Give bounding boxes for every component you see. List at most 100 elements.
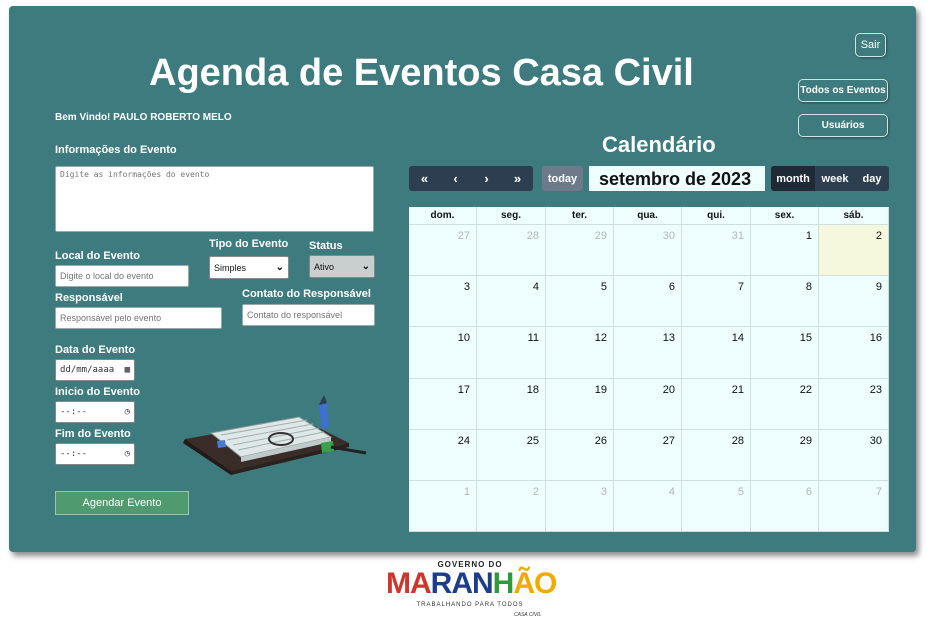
schedule-event-button[interactable]: Agendar Evento xyxy=(55,491,189,515)
day-number: 5 xyxy=(600,281,607,294)
calendar-day[interactable]: 29 xyxy=(751,429,819,480)
calendar-day[interactable]: 30 xyxy=(614,225,682,276)
calendar-week-row: 27 28 29 30 31 1 2 xyxy=(409,225,889,277)
day-number: 8 xyxy=(805,281,812,294)
local-input[interactable] xyxy=(55,265,189,287)
calendar-day[interactable]: 10 xyxy=(409,327,477,378)
contato-input[interactable] xyxy=(242,304,375,326)
calendar-day[interactable]: 17 xyxy=(409,378,477,429)
day-number: 30 xyxy=(869,434,882,447)
end-time-value: --:-- xyxy=(60,449,88,459)
logout-button[interactable]: Sair xyxy=(855,33,886,57)
calendar-day[interactable]: 15 xyxy=(751,327,819,378)
chevron-down-icon: ⌄ xyxy=(275,262,284,273)
day-number: 2 xyxy=(875,230,882,242)
month-view-button[interactable]: month xyxy=(771,166,815,191)
calendar-day[interactable]: 4 xyxy=(614,480,682,532)
all-events-button[interactable]: Todos os Eventos xyxy=(798,79,888,102)
logo-casa-civil: CASA CIVIL xyxy=(514,612,542,618)
end-time-input[interactable]: --:-- ◷ xyxy=(55,443,135,465)
calendar-day[interactable]: 27 xyxy=(614,429,682,480)
clock-icon[interactable]: ◷ xyxy=(125,449,130,459)
calendar-day[interactable]: 8 xyxy=(751,276,819,327)
data-label: Data do Evento xyxy=(55,344,136,356)
calendar-day[interactable]: 31 xyxy=(682,225,751,276)
day-number: 20 xyxy=(662,383,675,396)
calendar-icon[interactable]: ▦ xyxy=(125,365,130,375)
today-button[interactable]: today xyxy=(542,166,583,191)
calendar-day[interactable]: 3 xyxy=(409,276,477,327)
chevron-down-icon: ⌄ xyxy=(361,261,370,272)
day-number: 26 xyxy=(594,434,607,447)
calendar-day[interactable]: 5 xyxy=(682,480,751,532)
calendar-day[interactable]: 22 xyxy=(751,378,819,429)
weekday-label: ter. xyxy=(546,207,614,224)
day-number: 5 xyxy=(737,485,744,498)
governo-maranhao-logo: GOVERNO DO MARANHÃO TRABALHANDO PARA TOD… xyxy=(386,560,557,620)
day-number: 10 xyxy=(457,332,470,345)
day-view-button[interactable]: day xyxy=(855,166,889,191)
prev-year-button[interactable]: « xyxy=(409,166,440,191)
next-month-button[interactable]: › xyxy=(471,166,502,191)
day-number: 13 xyxy=(662,332,675,345)
calendar-day-today[interactable]: 2 xyxy=(819,225,889,276)
calendar-day[interactable]: 9 xyxy=(819,276,889,327)
calendar-day[interactable]: 4 xyxy=(477,276,546,327)
calendar-day[interactable]: 25 xyxy=(477,429,546,480)
weekday-label: seg. xyxy=(477,207,546,224)
status-select[interactable]: Ativo ⌄ xyxy=(309,255,375,278)
calendar-day[interactable]: 16 xyxy=(819,327,889,378)
calendar-day[interactable]: 23 xyxy=(819,378,889,429)
prev-month-button[interactable]: ‹ xyxy=(440,166,471,191)
calendar-day[interactable]: 13 xyxy=(614,327,682,378)
day-number: 27 xyxy=(662,434,675,447)
calendar-day[interactable]: 6 xyxy=(614,276,682,327)
calendar-weeks: 27 28 29 30 31 1 2 3 4 5 6 7 8 9 10 11 12 13 14 15 16 17 18 19 2… xyxy=(409,225,889,533)
tipo-select[interactable]: Simples ⌄ xyxy=(209,256,289,279)
next-year-button[interactable]: » xyxy=(502,166,533,191)
calendar-day[interactable]: 7 xyxy=(819,480,889,532)
calendar-day[interactable]: 6 xyxy=(751,480,819,532)
calendar-day[interactable]: 28 xyxy=(477,225,546,276)
calendar-day[interactable]: 26 xyxy=(546,429,614,480)
calendar-day[interactable]: 12 xyxy=(546,327,614,378)
date-input-value: dd/mm/aaaa xyxy=(60,365,115,375)
week-view-button[interactable]: week xyxy=(815,166,855,191)
day-number: 30 xyxy=(662,230,675,242)
calendar-day[interactable]: 29 xyxy=(546,225,614,276)
weekday-label: dom. xyxy=(409,207,477,224)
calendar-day[interactable]: 19 xyxy=(546,378,614,429)
day-number: 6 xyxy=(805,485,812,498)
calendar-day[interactable]: 24 xyxy=(409,429,477,480)
calendar-day[interactable]: 1 xyxy=(409,480,477,532)
clock-icon[interactable]: ◷ xyxy=(125,407,130,417)
calendar-day[interactable]: 27 xyxy=(409,225,477,276)
calendar-day[interactable]: 2 xyxy=(477,480,546,532)
calendar-day[interactable]: 14 xyxy=(682,327,751,378)
main-panel: Agenda de Eventos Casa Civil Sair Todos … xyxy=(9,6,916,552)
weekday-header: dom. seg. ter. qua. qui. sex. sáb. xyxy=(409,207,889,225)
calendar-day[interactable]: 28 xyxy=(682,429,751,480)
start-time-input[interactable]: --:-- ◷ xyxy=(55,401,135,423)
day-number: 4 xyxy=(532,281,539,294)
users-button[interactable]: Usuários xyxy=(798,114,888,137)
day-number: 23 xyxy=(869,383,882,396)
tipo-label: Tipo do Evento xyxy=(209,238,289,250)
calendar-day[interactable]: 21 xyxy=(682,378,751,429)
welcome-text: Bem Vindo! PAULO ROBERTO MELO xyxy=(55,112,232,123)
calendar-week-row: 1 2 3 4 5 6 7 xyxy=(409,480,889,533)
day-number: 17 xyxy=(457,383,470,396)
calendar-day[interactable]: 30 xyxy=(819,429,889,480)
calendar-day[interactable]: 7 xyxy=(682,276,751,327)
info-textarea[interactable] xyxy=(55,166,374,232)
calendar-day[interactable]: 11 xyxy=(477,327,546,378)
responsavel-input[interactable] xyxy=(55,307,222,329)
calendar-day[interactable]: 3 xyxy=(546,480,614,532)
calendar-day[interactable]: 5 xyxy=(546,276,614,327)
calendar-day[interactable]: 20 xyxy=(614,378,682,429)
day-number: 15 xyxy=(799,332,812,345)
calendar-day[interactable]: 1 xyxy=(751,225,819,276)
day-number: 7 xyxy=(875,485,882,498)
calendar-day[interactable]: 18 xyxy=(477,378,546,429)
date-input[interactable]: dd/mm/aaaa ▦ xyxy=(55,359,135,381)
